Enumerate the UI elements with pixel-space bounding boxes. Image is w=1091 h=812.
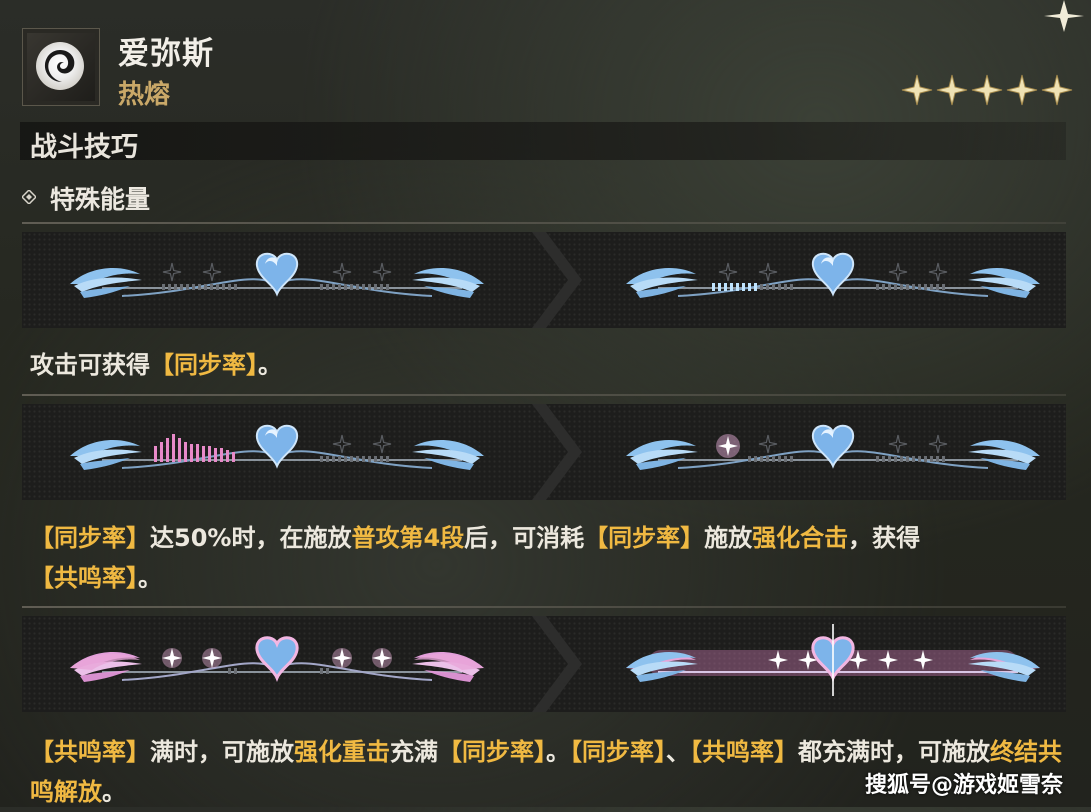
gauge-sync-rate-half: [70, 424, 484, 470]
arrow-separator: [532, 616, 582, 712]
gauge-resonance-full: [70, 636, 484, 683]
keyword-sync-rate: 【同步率】: [30, 524, 150, 552]
description-1: 攻击可获得【同步率】。: [30, 345, 1070, 385]
diamond-icon: [22, 190, 36, 204]
desc-text: 。: [258, 351, 282, 379]
divider: [22, 394, 1066, 396]
desc-text: 。: [138, 564, 162, 592]
keyword-resonance-rate: 【共鸣率】: [30, 564, 138, 592]
arrow-separator: [532, 404, 582, 500]
desc-text: 都充满时，可施放: [798, 738, 990, 766]
keyword-resonance-rate: 【共鸣率】: [30, 738, 150, 766]
arrow-separator: [532, 232, 582, 328]
watermark: 搜狐号@游戏姬雪奈: [864, 773, 1063, 798]
character-name: 爱弥斯: [118, 36, 214, 72]
description-2: 【同步率】达50%时，在施放普攻第4段后，可消耗【同步率】施放强化合击，获得 【共…: [30, 518, 1070, 598]
gauge-panel-2: [22, 404, 1066, 500]
gauge-panel-1: [22, 232, 1066, 328]
keyword-resonance-rate: 【共鸣率】: [690, 738, 798, 766]
gauge-panel-3: [22, 616, 1066, 712]
star-icon: [936, 74, 968, 106]
divider: [22, 222, 1066, 224]
character-element: 热熔: [118, 80, 171, 110]
divider: [22, 606, 1066, 608]
keyword-enhanced-combo: 强化合击: [752, 524, 849, 552]
gauge-both-full: [626, 624, 1040, 696]
rarity-stars: [901, 74, 1073, 106]
keyword-sync-rate: 【同步率】: [150, 351, 258, 379]
desc-text: 后，可消耗: [464, 524, 585, 552]
star-icon: [1006, 74, 1038, 106]
desc-text: 。: [102, 778, 126, 806]
keyword-sync-rate: 【同步率】: [570, 738, 666, 766]
keyword-basic-attack-4: 普攻第4段: [351, 524, 465, 552]
desc-text: 。: [546, 738, 570, 766]
star-icon: [971, 74, 1003, 106]
section-header: 战斗技巧: [20, 122, 1066, 163]
subsection-title: 特殊能量: [50, 185, 151, 214]
keyword-sync-rate: 【同步率】: [438, 738, 546, 766]
character-header: 爱弥斯 热熔: [22, 26, 1091, 116]
star-icon: [901, 74, 933, 106]
fusion-swirl-icon: [44, 50, 75, 82]
gauge-sync-rate-consumed: [626, 424, 1040, 470]
desc-text: 达50%时，在施放: [150, 524, 352, 552]
desc-text: 攻击可获得: [30, 351, 150, 379]
gauge-sync-rate-empty: [70, 252, 484, 298]
gauge-sync-rate-charging: [626, 252, 1040, 298]
star-icon: [1041, 74, 1073, 106]
desc-text: 施放: [704, 524, 753, 552]
element-emblem: [22, 28, 100, 106]
desc-text: 满时，可施放: [150, 738, 294, 766]
desc-text: 、: [666, 738, 690, 766]
keyword-enhanced-heavy: 强化重击: [294, 738, 390, 766]
keyword-sync-rate: 【同步率】: [584, 524, 705, 552]
section-title: 战斗技巧: [30, 132, 138, 163]
desc-text: 充满: [390, 738, 438, 766]
desc-text: ，获得: [848, 524, 921, 552]
